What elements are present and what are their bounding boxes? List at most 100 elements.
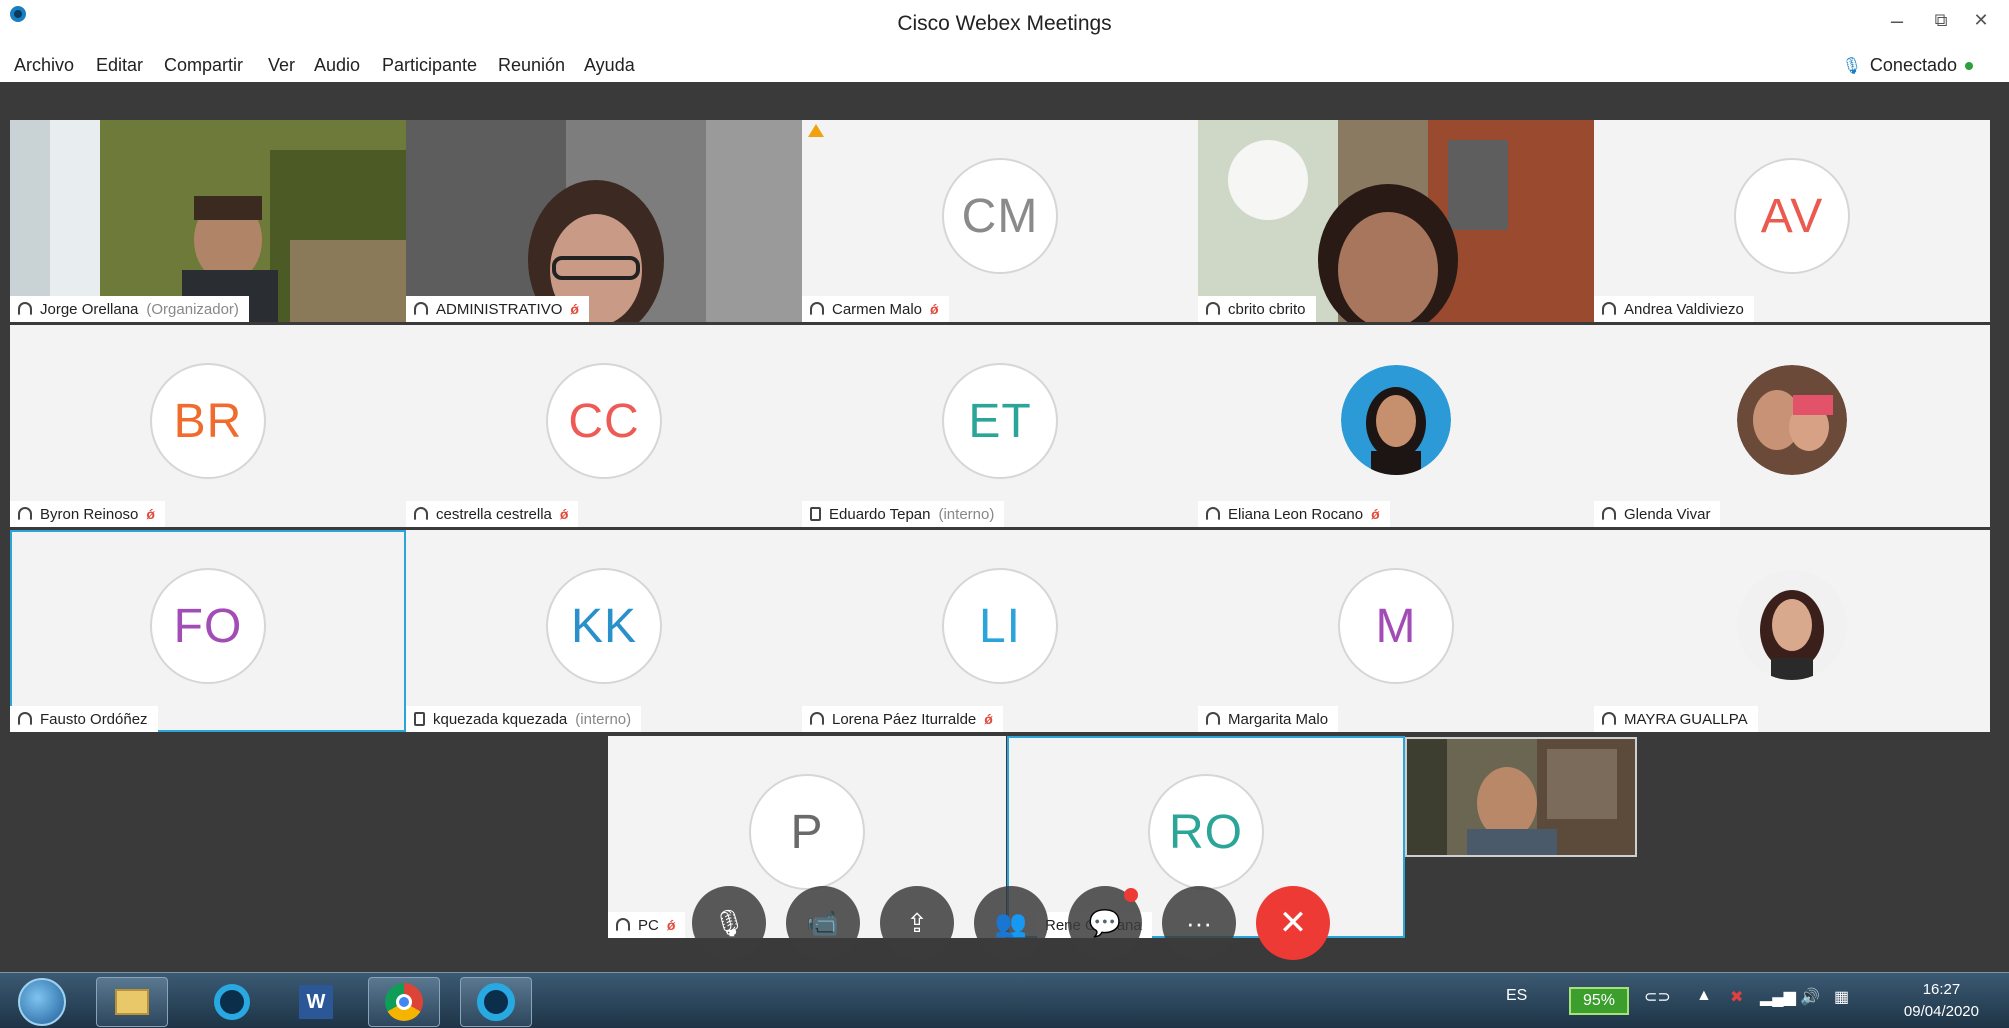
initials-avatar: LI [942,568,1058,684]
taskbar-webex-active[interactable] [460,977,532,1027]
menu-bar: Archivo Editar Compartir Ver Audio Parti… [0,48,2009,82]
participant-tile-cestrella[interactable]: CC cestrella cestrella ǿ [406,325,802,527]
menu-participante[interactable]: Participante [382,55,477,76]
video-button[interactable]: 📹 [786,886,860,960]
show-hidden-icons-icon[interactable]: ▲ [1696,987,1712,1005]
video-feed [406,120,802,322]
meeting-area: Jorge Orellana (Organizador) ADMINISTRAT… [0,82,2009,972]
participant-namebar: MAYRA GUALLPA [1594,706,1758,732]
participant-namebar: kquezada kquezada (interno) [406,706,642,732]
taskbar-explorer[interactable] [96,977,168,1027]
taskbar-word[interactable]: W [280,977,352,1027]
folder-icon [115,989,149,1015]
network-warning-icon[interactable]: ✖ [1730,987,1743,1007]
participant-namebar: Andrea Valdiviezo [1594,296,1754,322]
participant-name: cbrito cbrito [1228,300,1306,318]
participant-tile-andrea-valdiviezo[interactable]: AV Andrea Valdiviezo [1594,120,1990,322]
self-video-feed [1407,739,1635,855]
headset-icon [1602,507,1616,521]
taskbar-webex-meetings[interactable] [196,977,268,1027]
mute-button[interactable]: 🎙 [692,886,766,960]
participant-tile-jorge-orellana[interactable]: Jorge Orellana (Organizador) [10,120,406,322]
minimize-button[interactable]: – [1882,8,1912,34]
participant-namebar: ADMINISTRATIVO ǿ [406,296,589,322]
initials-avatar: M [1338,568,1454,684]
initials-avatar: AV [1734,158,1850,274]
connection-label: Conectado [1869,55,1957,75]
menu-audio[interactable]: Audio [314,55,360,76]
participant-tile-cbrito[interactable]: cbrito cbrito [1198,120,1594,322]
start-button[interactable] [18,978,66,1026]
chat-button[interactable]: 💬 [1068,886,1142,960]
clock-date: 09/04/2020 [1903,1003,1979,1020]
muted-mic-icon: ǿ [930,301,939,317]
participant-tile-fausto-ordonez[interactable]: FO Fausto Ordóñez [10,530,406,732]
power-plug-icon[interactable]: ⊂⊃ [1644,987,1671,1007]
initials-avatar: RO [1148,774,1264,890]
participant-tile-glenda-vivar[interactable]: Glenda Vivar [1594,325,1990,527]
battery-indicator[interactable]: 95% [1569,987,1629,1015]
headset-icon [414,507,428,521]
headset-icon [810,302,824,316]
participant-tile-eliana-leon-rocano[interactable]: Eliana Leon Rocano ǿ [1198,325,1594,527]
menu-ver[interactable]: Ver [268,55,295,76]
menu-ayuda[interactable]: Ayuda [584,55,635,76]
participant-namebar: Fausto Ordóñez [10,706,158,732]
participant-namebar: Jorge Orellana (Organizador) [10,296,249,322]
warning-icon [808,124,824,137]
participant-name: PC [638,916,659,934]
language-indicator[interactable]: ES [1506,987,1527,1005]
participant-name: ADMINISTRATIVO [436,300,563,318]
participant-tile-byron-reinoso[interactable]: BR Byron Reinoso ǿ [10,325,406,527]
signal-icon[interactable]: ▂▄▆ [1760,987,1796,1007]
menu-compartir[interactable]: Compartir [164,55,243,76]
participant-tile-lorena-paez[interactable]: LI Lorena Páez Iturralde ǿ [802,530,1198,732]
initials-avatar: CC [546,363,662,479]
headset-icon [616,918,630,932]
participant-tile-eduardo-tepan[interactable]: ET Eduardo Tepan (interno) [802,325,1198,527]
share-button[interactable]: ⇪ [880,886,954,960]
chat-icon: 💬 [1088,907,1122,938]
menu-reunion[interactable]: Reunión [498,55,565,76]
participant-namebar: Carmen Malo ǿ [802,296,949,322]
participant-note: (interno) [938,505,995,523]
initials-avatar: BR [150,363,266,479]
initials-avatar: P [749,774,865,890]
participant-namebar: Margarita Malo [1198,706,1339,732]
participant-name: Eduardo Tepan [829,505,931,523]
phone-icon [810,507,821,521]
participant-namebar: Byron Reinoso ǿ [10,501,165,527]
muted-mic-icon: ǿ [984,711,993,727]
connection-status[interactable]: 🎙 Conectado [1842,55,1973,76]
close-button[interactable]: ✕ [1966,10,1996,31]
participant-tile-carmen-malo[interactable]: CM Carmen Malo ǿ [802,120,1198,322]
profile-photo [1737,570,1847,680]
taskbar-chrome[interactable] [368,977,440,1027]
participant-namebar: Lorena Páez Iturralde ǿ [802,706,1003,732]
participant-name: Lorena Páez Iturralde [832,710,977,728]
participant-tile-mayra-guallpa[interactable]: MAYRA GUALLPA [1594,530,1990,732]
participant-tile-kquezada[interactable]: KK kquezada kquezada (interno) [406,530,802,732]
participant-name: cestrella cestrella [436,505,552,523]
participant-namebar: Eduardo Tepan (interno) [802,501,1005,527]
profile-photo [1341,365,1451,475]
phone-icon [414,712,425,726]
self-view-video[interactable] [1405,737,1637,857]
system-clock[interactable]: 16:27 09/04/2020 [1904,979,1979,1023]
action-center-icon[interactable]: ▦ [1834,987,1849,1007]
participant-name: Fausto Ordóñez [40,710,148,728]
menu-archivo[interactable]: Archivo [14,55,74,76]
participant-tile-administrativo[interactable]: ADMINISTRATIVO ǿ [406,120,802,322]
end-meeting-button[interactable]: ✕ [1256,886,1330,960]
participant-grid: Jorge Orellana (Organizador) ADMINISTRAT… [10,120,2000,732]
menu-editar[interactable]: Editar [96,55,143,76]
webex-icon [477,983,515,1021]
participant-tile-margarita-malo[interactable]: M Margarita Malo [1198,530,1594,732]
more-options-button[interactable]: ··· [1162,886,1236,960]
word-icon: W [299,985,333,1019]
participants-button[interactable]: 👥 [974,886,1048,960]
headset-icon [810,712,824,726]
restore-button[interactable]: ⧉ [1926,10,1956,31]
participant-namebar: PC ǿ [608,912,686,938]
volume-icon[interactable]: 🔊 [1800,987,1820,1007]
